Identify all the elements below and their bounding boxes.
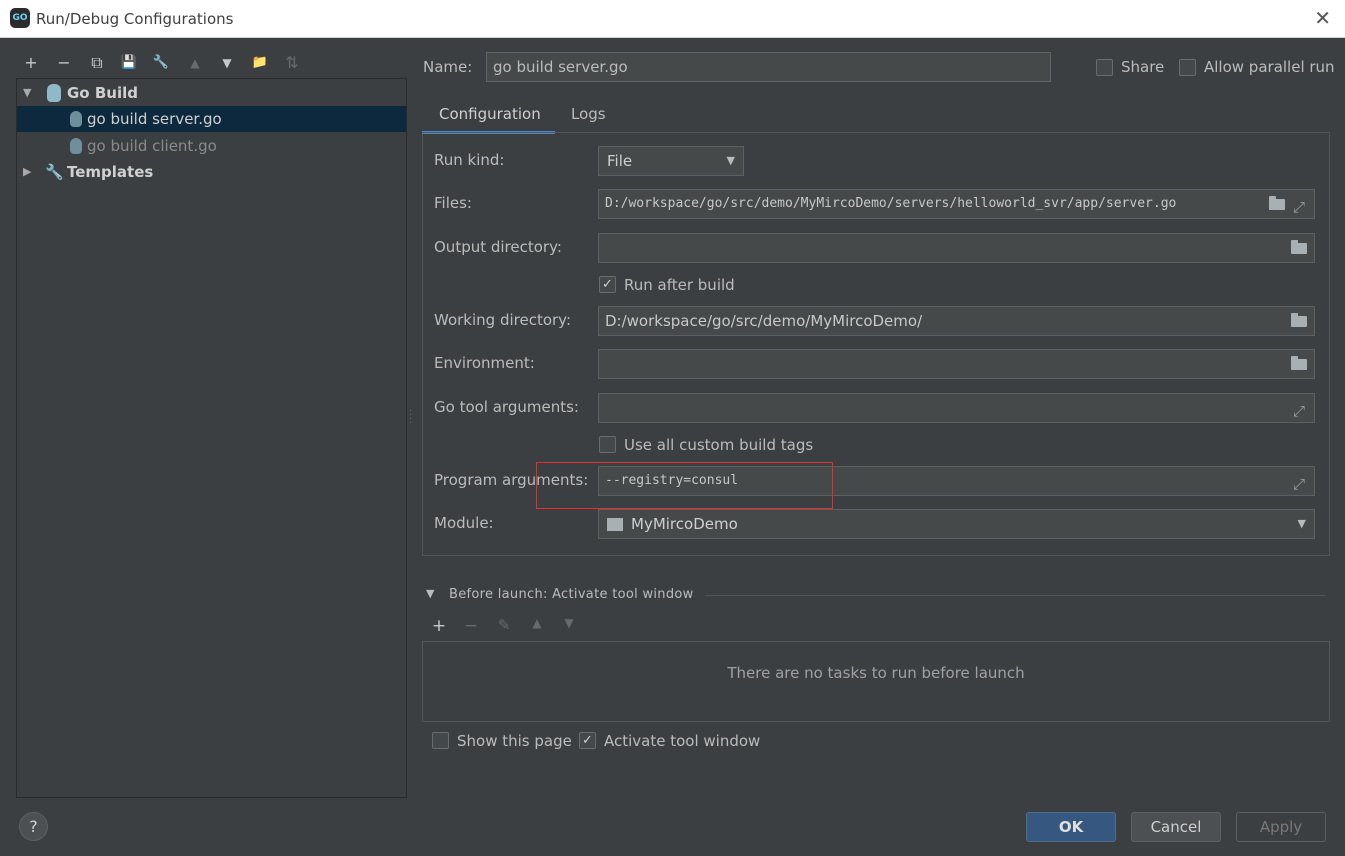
files-value: D:/workspace/go/src/demo/MyMircoDemo/ser… [605, 196, 1177, 211]
working-directory-label: Working directory: [434, 311, 572, 329]
tree-templates-label: Templates [67, 163, 154, 181]
gopher-icon [47, 84, 61, 102]
working-directory-value: D:/workspace/go/src/demo/MyMircoDemo/ [605, 312, 923, 330]
tree-group-label: Go Build [67, 84, 138, 102]
before-launch-title: Before launch: Activate tool window [449, 587, 694, 602]
close-icon[interactable]: ✕ [1314, 6, 1331, 30]
expand-arrow-icon[interactable]: ▼ [23, 80, 31, 106]
title-bar: GO Run/Debug Configurations ✕ [0, 0, 1345, 38]
environment-input[interactable] [598, 349, 1315, 379]
before-launch-divider [705, 595, 1325, 596]
share-label: Share [1121, 58, 1165, 76]
folder-icon[interactable] [1291, 356, 1307, 370]
tree-item-server[interactable]: go build server.go [17, 106, 406, 132]
environment-label: Environment: [434, 354, 535, 372]
parallel-run-label: Allow parallel run [1204, 58, 1335, 76]
cancel-button[interactable]: Cancel [1131, 812, 1221, 842]
working-directory-input[interactable]: D:/workspace/go/src/demo/MyMircoDemo/ [598, 306, 1315, 336]
chevron-down-icon: ▼ [1297, 517, 1306, 530]
add-task-icon[interactable]: + [428, 616, 450, 636]
wrench-icon[interactable]: 🔧 [148, 50, 174, 76]
sort-icon[interactable]: ⇅ [279, 50, 305, 76]
folder-icon[interactable] [1291, 313, 1307, 327]
window-title: Run/Debug Configurations [36, 10, 234, 28]
annotation-highlight-box [536, 462, 833, 509]
tree-item-label: go build client.go [87, 137, 217, 155]
go-tool-arguments-label: Go tool arguments: [434, 398, 579, 416]
chevron-down-icon: ▼ [726, 154, 735, 167]
go-tool-arguments-input[interactable]: ⤢ [598, 393, 1315, 423]
run-kind-value: File [607, 152, 633, 170]
module-label: Module: [434, 514, 494, 532]
copy-icon[interactable]: ⧉ [84, 50, 110, 76]
show-this-page-label: Show this page [457, 732, 572, 750]
module-folder-icon [607, 518, 623, 531]
before-launch-task-list[interactable]: There are no tasks to run before launch [422, 641, 1330, 722]
files-input[interactable]: D:/workspace/go/src/demo/MyMircoDemo/ser… [598, 189, 1315, 219]
activate-tool-window-checkbox[interactable]: ✓ [579, 732, 596, 749]
save-icon[interactable]: 💾 [116, 50, 142, 76]
module-value: MyMircoDemo [631, 515, 738, 533]
expand-icon[interactable]: ⤢ [1293, 470, 1305, 495]
config-tree: ▼ Go Build go build server.go go build c… [16, 78, 407, 798]
remove-task-icon[interactable]: − [460, 616, 482, 636]
help-button[interactable]: ? [19, 812, 48, 841]
wrench-icon: 🔧 [45, 163, 64, 181]
tabs-divider [422, 132, 1330, 133]
tree-item-client[interactable]: go build client.go [17, 133, 406, 159]
move-down-icon[interactable]: ▼ [214, 50, 240, 76]
apply-button[interactable]: Apply [1236, 812, 1326, 842]
run-kind-label: Run kind: [434, 151, 505, 169]
task-down-icon[interactable]: ▼ [558, 616, 580, 630]
gopher-icon [70, 138, 82, 154]
expand-icon[interactable]: ⤢ [1293, 193, 1305, 218]
tree-item-label: go build server.go [87, 110, 222, 128]
share-checkbox[interactable] [1096, 59, 1113, 76]
tab-logs[interactable]: Logs [571, 98, 606, 134]
folder-icon[interactable] [1291, 240, 1307, 254]
before-launch-collapse-icon[interactable]: ▼ [426, 587, 434, 600]
name-label: Name: [423, 58, 473, 76]
add-icon[interactable]: + [18, 50, 44, 76]
show-this-page-checkbox[interactable] [432, 732, 449, 749]
panel-splitter[interactable]: · · · · [409, 407, 412, 429]
output-directory-label: Output directory: [434, 238, 562, 256]
run-after-build-label: Run after build [624, 276, 735, 294]
module-select[interactable]: MyMircoDemo ▼ [598, 509, 1315, 539]
ok-button[interactable]: OK [1026, 812, 1116, 842]
tab-configuration[interactable]: Configuration [422, 98, 555, 134]
edit-task-icon[interactable]: ✎ [493, 616, 515, 634]
output-directory-input[interactable] [598, 233, 1315, 263]
collapse-arrow-icon[interactable]: ▶ [23, 159, 31, 185]
tree-group-templates[interactable]: ▶ 🔧 Templates [17, 159, 406, 185]
folder-icon[interactable] [1269, 196, 1285, 210]
remove-icon[interactable]: − [51, 50, 77, 76]
goland-app-icon: GO [10, 8, 30, 28]
expand-icon[interactable]: ⤢ [1293, 397, 1305, 422]
run-after-build-checkbox[interactable]: ✓ [599, 276, 616, 293]
tree-group-go-build[interactable]: ▼ Go Build [17, 80, 406, 106]
gopher-icon [70, 111, 82, 127]
activate-tool-window-label: Activate tool window [604, 732, 761, 750]
custom-build-tags-label: Use all custom build tags [624, 436, 814, 454]
empty-tasks-text: There are no tasks to run before launch [727, 664, 1025, 682]
custom-build-tags-checkbox[interactable] [599, 436, 616, 453]
name-input[interactable]: go build server.go [486, 52, 1051, 82]
move-up-icon[interactable]: ▲ [182, 50, 208, 76]
folder-add-icon[interactable]: 📁 [247, 50, 273, 76]
task-up-icon[interactable]: ▲ [526, 616, 548, 630]
run-kind-select[interactable]: File ▼ [598, 146, 744, 176]
parallel-run-checkbox[interactable] [1179, 59, 1196, 76]
files-label: Files: [434, 194, 472, 212]
